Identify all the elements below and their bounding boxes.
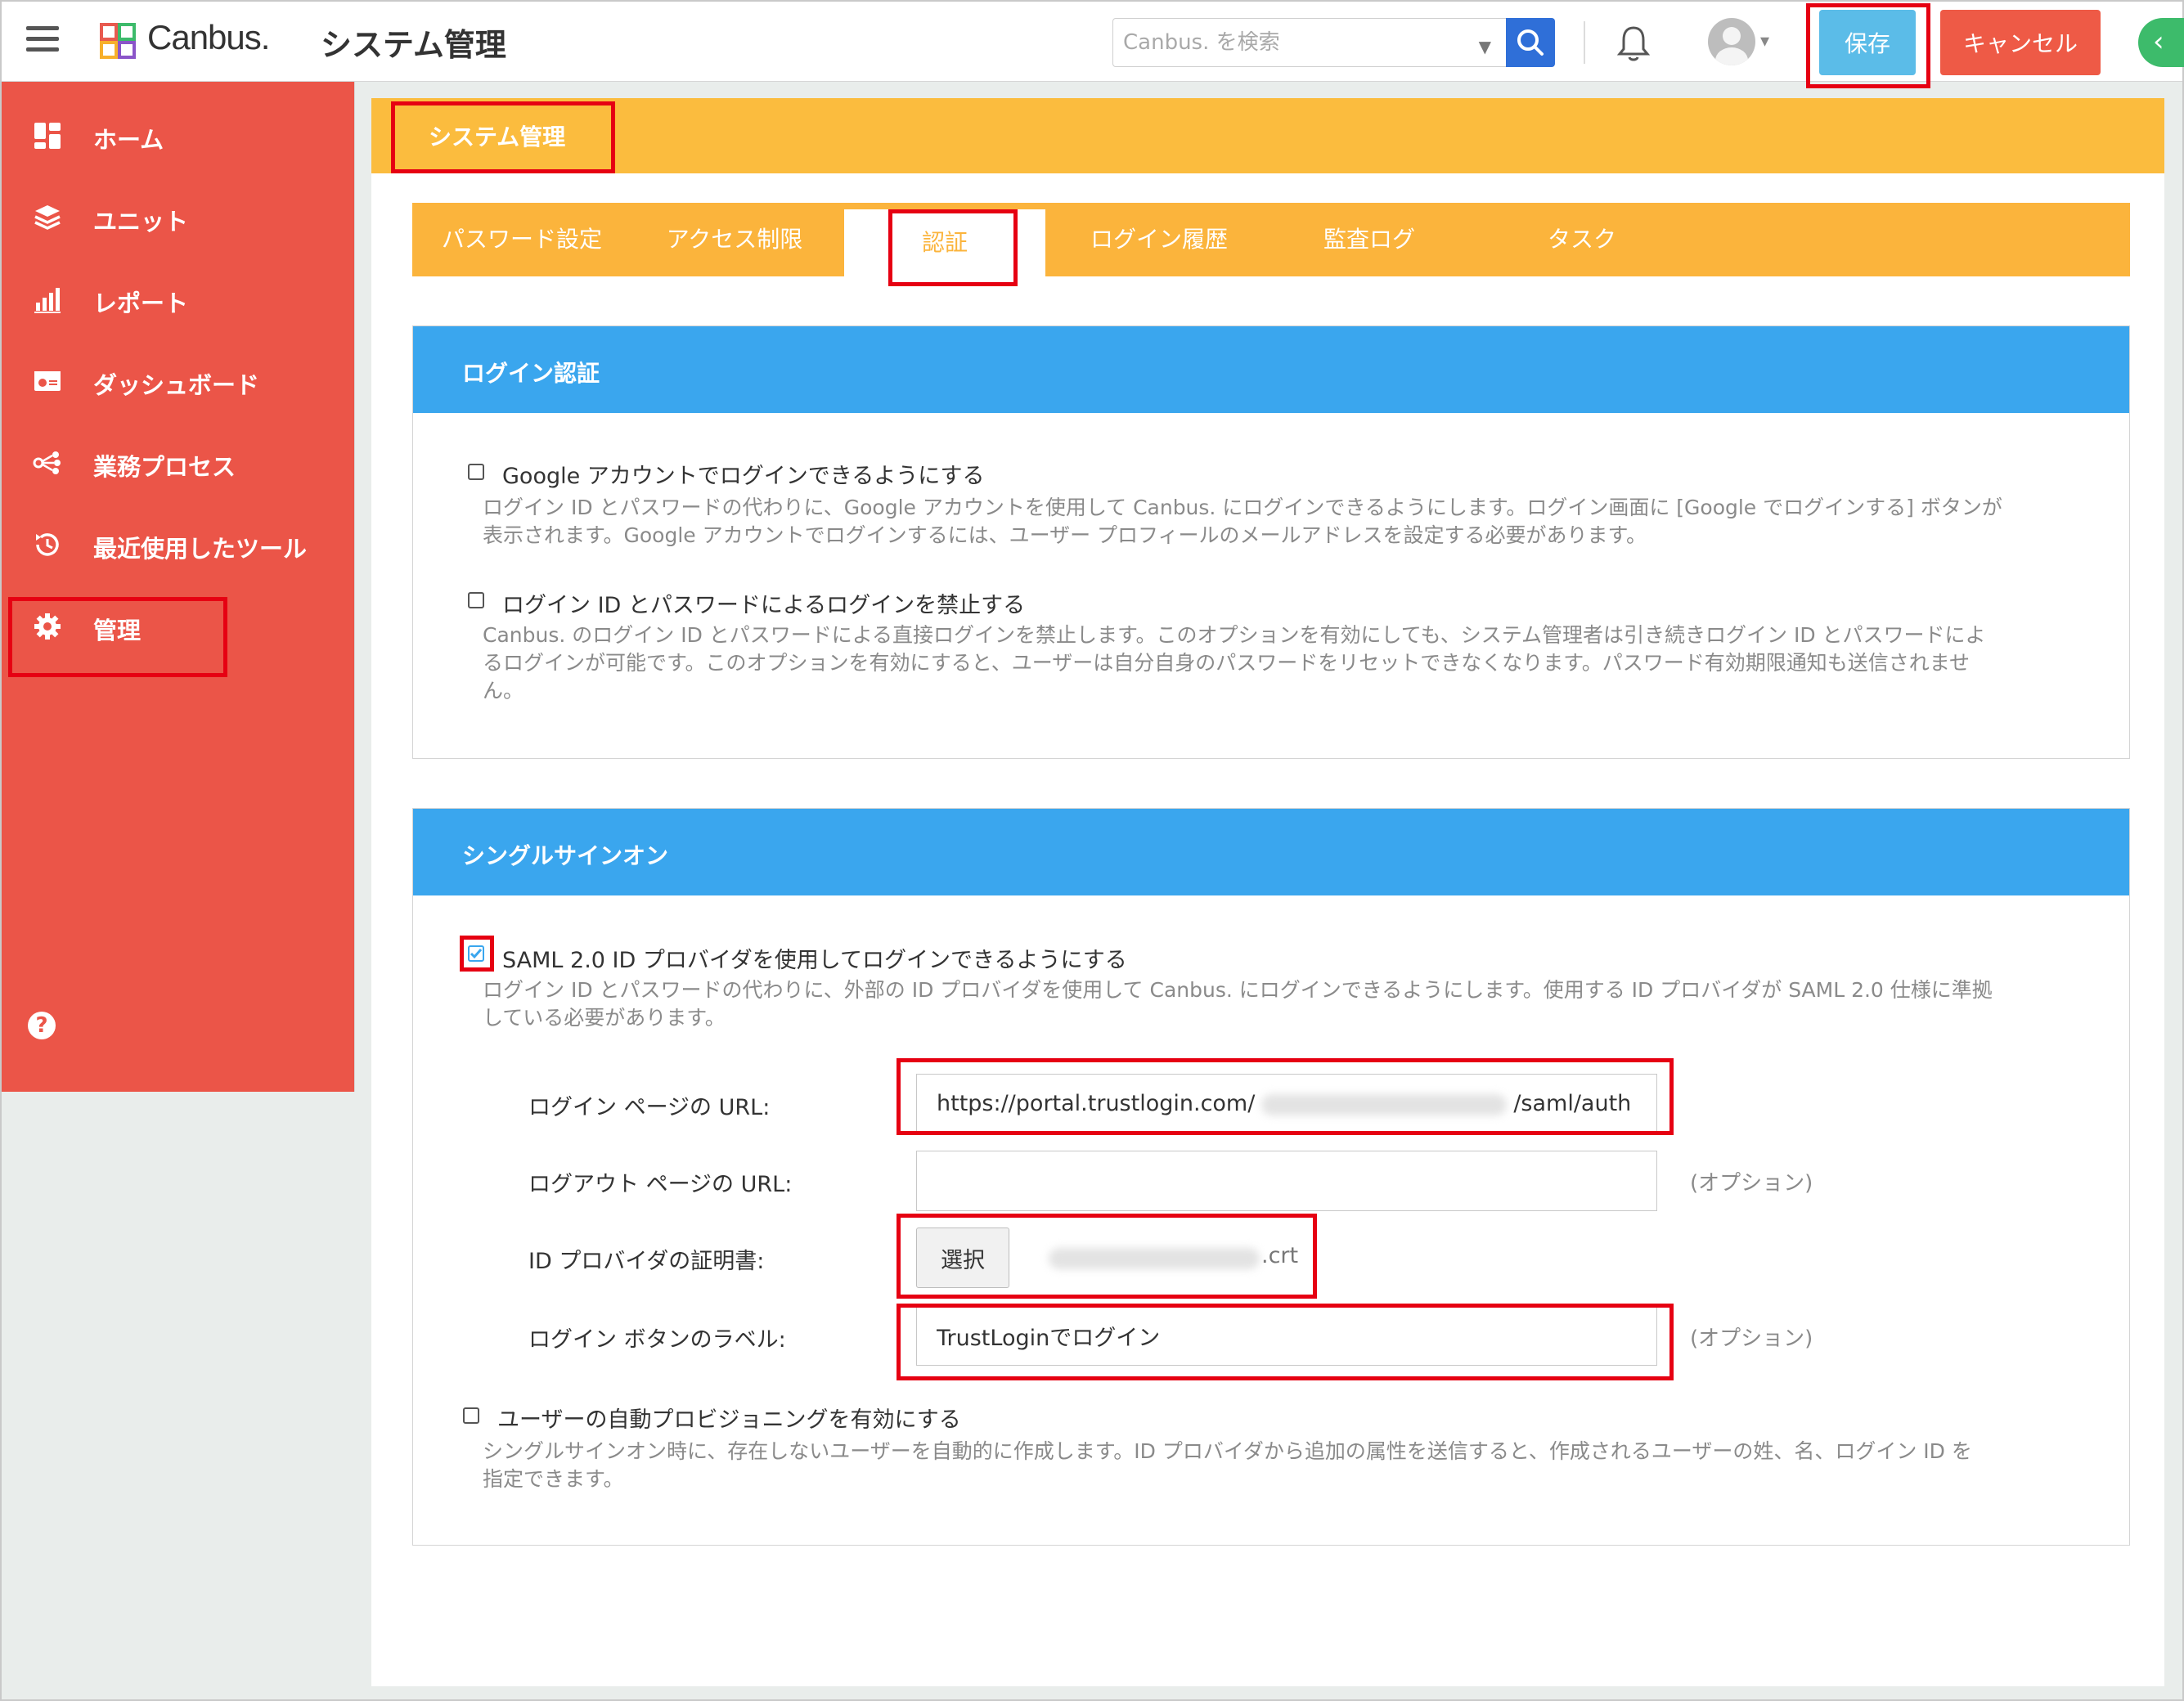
- sidebar-item-label: ホーム: [93, 126, 164, 154]
- sidebar: ホーム ユニット レポート ダッシュボード 業務プロセス 最近使用したツール 管…: [2, 82, 355, 1092]
- tab-audit-log[interactable]: 監査ログ: [1271, 203, 1467, 276]
- sidebar-item-dashboard[interactable]: ダッシュボード: [2, 342, 355, 424]
- disable-password-login-label: ログイン ID とパスワードによるログインを禁止する: [502, 593, 1026, 618]
- disable-password-login-desc: るログインが可能です。このオプションを有効にすると、ユーザーは自分自身のパスワー…: [483, 651, 1971, 675]
- logo-icon: [100, 23, 136, 59]
- sidebar-item-label: ユニット: [93, 208, 189, 236]
- page-title-highlight: [391, 101, 615, 173]
- avatar-caret-icon[interactable]: ▾: [1760, 31, 1769, 52]
- tab-login-history[interactable]: ログイン履歴: [1057, 203, 1261, 276]
- sidebar-item-label: 業務プロセス: [93, 453, 236, 481]
- tab-highlight: [888, 209, 1018, 286]
- bar-chart-icon: [34, 288, 61, 313]
- auto-provisioning-desc: シングルサインオン時に、存在しないユーザーを自動的に作成します。ID プロバイダ…: [483, 1439, 1972, 1463]
- sidebar-item-recent-tools[interactable]: 最近使用したツール: [2, 505, 355, 587]
- sidebar-item-label: ダッシュボード: [93, 371, 260, 399]
- login-button-label-highlight: [897, 1304, 1674, 1380]
- search-dropdown-caret-icon[interactable]: ▼: [1479, 37, 1491, 56]
- layers-icon: [34, 205, 61, 230]
- google-login-label: Google アカウントでログインできるようにする: [502, 464, 985, 489]
- search-input[interactable]: [1123, 19, 1467, 66]
- save-highlight: [1806, 3, 1930, 88]
- disable-password-login-desc: Canbus. のログイン ID とパスワードによる直接ログインを禁止します。こ…: [483, 623, 1986, 647]
- hamburger-icon[interactable]: [26, 26, 59, 56]
- sidebar-item-label: レポート: [93, 289, 189, 317]
- logout-url-input[interactable]: [916, 1151, 1657, 1211]
- google-login-desc: ログイン ID とパスワードの代わりに、Google アカウントを使用して Ca…: [483, 496, 2002, 519]
- login-button-label-label: ログイン ボタンのラベル:: [528, 1327, 786, 1353]
- sidebar-item-home[interactable]: ホーム: [2, 96, 355, 178]
- search-icon: [1517, 29, 1544, 56]
- auto-provisioning-checkbox[interactable]: [463, 1407, 479, 1424]
- saml-login-label: SAML 2.0 ID プロバイダを使用してログインできるようにする: [502, 948, 1127, 973]
- login-url-label: ログイン ページの URL:: [528, 1095, 771, 1120]
- sso-title: シングルサインオン: [462, 842, 669, 869]
- sidebar-item-unit[interactable]: ユニット: [2, 178, 355, 260]
- sso-header: シングルサインオン: [413, 809, 2129, 895]
- help-icon[interactable]: ?: [28, 1012, 56, 1039]
- avatar-icon[interactable]: [1708, 18, 1755, 65]
- disable-password-login-desc: ん。: [483, 679, 524, 702]
- google-login-checkbox[interactable]: [468, 464, 484, 480]
- cancel-button[interactable]: キャンセル: [1940, 10, 2101, 75]
- bell-icon[interactable]: [1615, 23, 1652, 64]
- app-title: システム管理: [321, 27, 506, 63]
- process-icon: [33, 451, 61, 474]
- page-header: [371, 98, 2164, 173]
- logout-url-label: ログアウト ページの URL:: [528, 1172, 793, 1197]
- saml-login-desc: ログイン ID とパスワードの代わりに、外部の ID プロバイダを使用して Ca…: [483, 978, 1993, 1002]
- tab-task[interactable]: タスク: [1484, 203, 1680, 276]
- login-url-highlight: [897, 1058, 1674, 1135]
- chevron-left-icon[interactable]: ‹: [2138, 18, 2184, 67]
- search-button[interactable]: [1506, 18, 1555, 67]
- auto-provisioning-desc: 指定できます。: [483, 1467, 624, 1491]
- saml-login-desc: している必要があります。: [483, 1006, 726, 1030]
- admin-highlight: [8, 597, 227, 677]
- home-grid-icon: [34, 123, 61, 149]
- logout-url-optional: (オプション): [1690, 1171, 1813, 1196]
- sidebar-item-label: 最近使用したツール: [93, 535, 308, 563]
- login-button-label-optional: (オプション): [1690, 1326, 1813, 1351]
- tab-access-restriction[interactable]: アクセス制限: [636, 203, 833, 276]
- search-box: ▼: [1112, 18, 1507, 67]
- login-auth-title: ログイン認証: [462, 360, 600, 387]
- sidebar-item-process[interactable]: 業務プロセス: [2, 424, 355, 505]
- certificate-label: ID プロバイダの証明書:: [528, 1249, 765, 1274]
- dashboard-icon: [34, 371, 61, 391]
- login-auth-header: ログイン認証: [413, 326, 2129, 413]
- saml-checkbox-highlight: [460, 936, 494, 972]
- disable-password-login-checkbox[interactable]: [468, 592, 484, 608]
- auto-provisioning-label: ユーザーの自動プロビジョニングを有効にする: [497, 1407, 961, 1433]
- certificate-highlight: [897, 1214, 1317, 1299]
- sidebar-item-report[interactable]: レポート: [2, 260, 355, 342]
- logo-text: Canbus.: [147, 18, 270, 56]
- header-divider: [1584, 21, 1585, 64]
- tab-password-settings[interactable]: パスワード設定: [424, 203, 620, 276]
- history-icon: [36, 533, 59, 556]
- google-login-desc: 表示されます。Google アカウントでログインするには、ユーザー プロフィール…: [483, 523, 1647, 547]
